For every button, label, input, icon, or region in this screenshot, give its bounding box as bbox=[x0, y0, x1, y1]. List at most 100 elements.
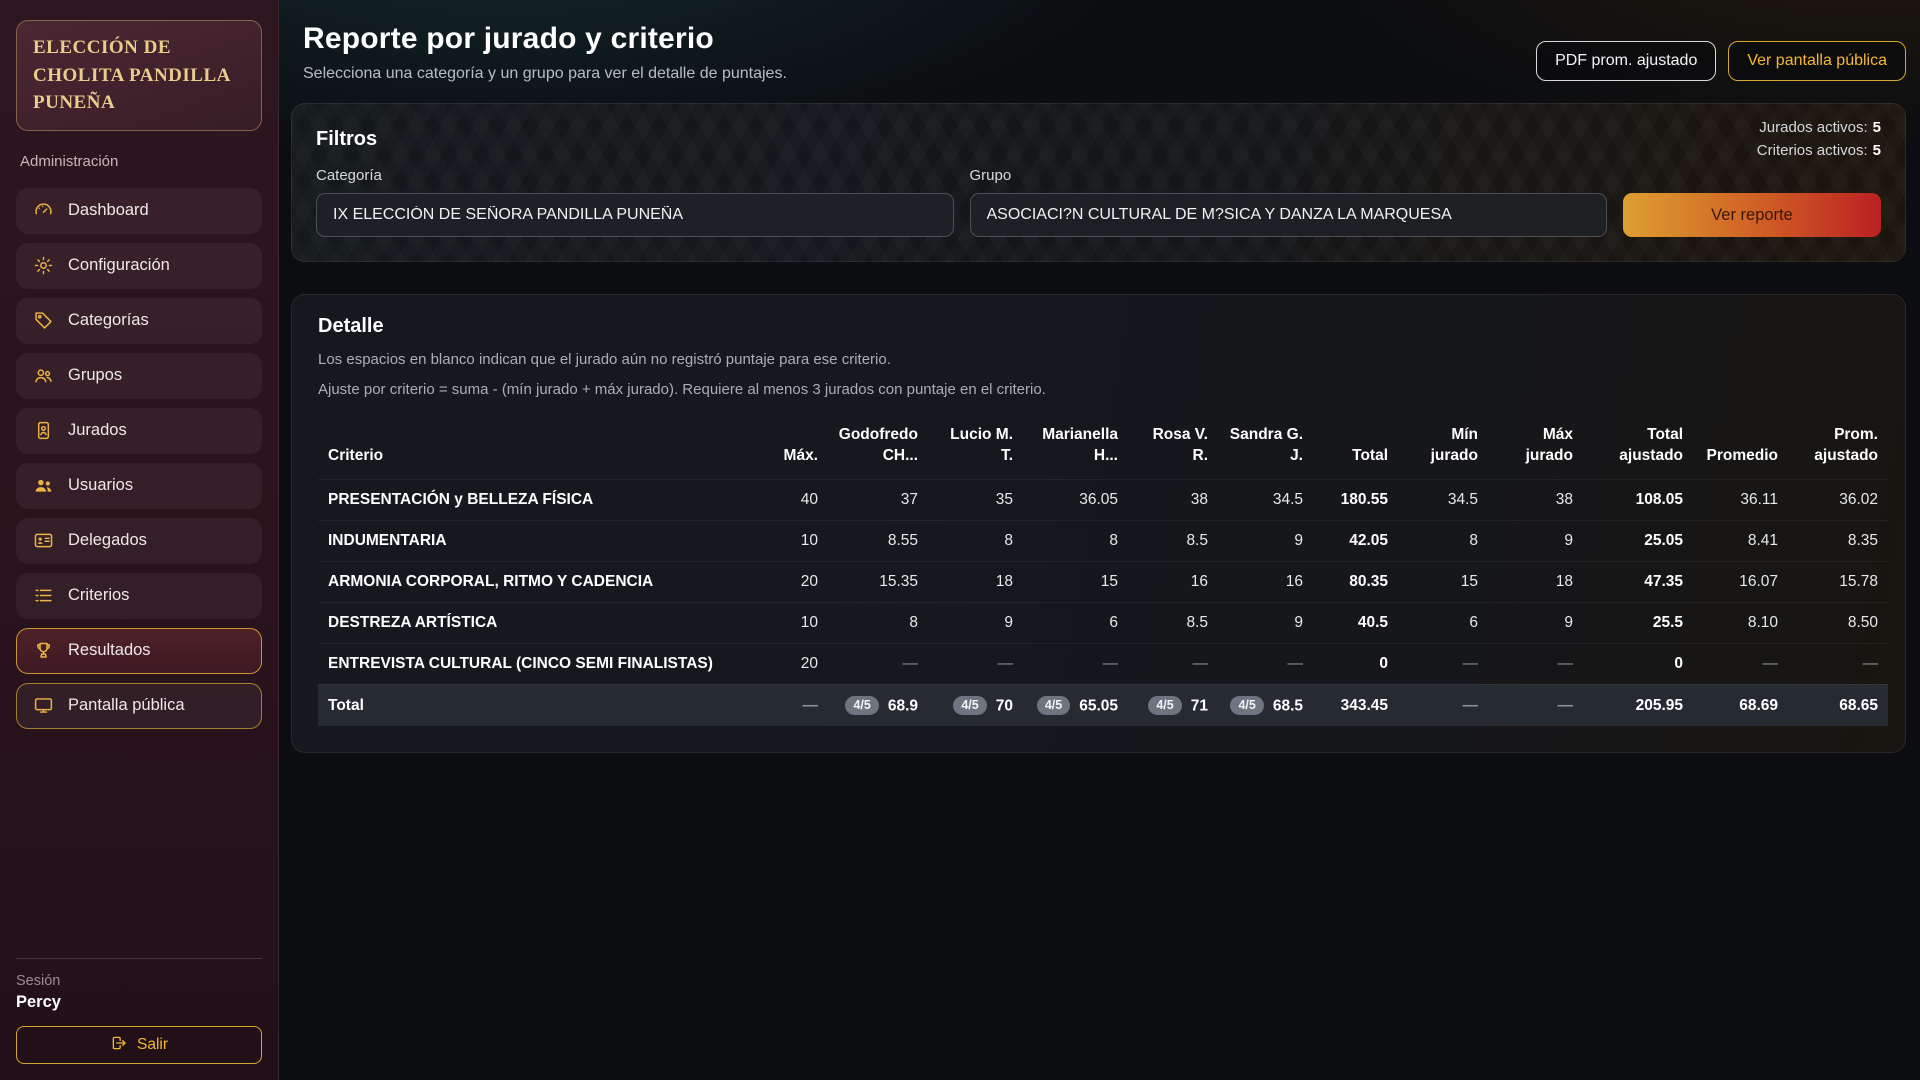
id-badge-icon bbox=[32, 530, 54, 552]
table-cell: 37 bbox=[828, 479, 928, 520]
users-outline-icon bbox=[32, 365, 54, 387]
total-cell: 205.95 bbox=[1583, 684, 1693, 726]
table-cell: 25.5 bbox=[1583, 602, 1693, 643]
categoria-select[interactable]: IX ELECCIÓN DE SEÑORA PANDILLA PUNEÑA bbox=[316, 193, 954, 237]
column-header: Criterio bbox=[318, 414, 748, 479]
table-cell: 36.05 bbox=[1023, 479, 1128, 520]
table-cell: 36.02 bbox=[1788, 479, 1888, 520]
total-cell: — bbox=[1488, 684, 1583, 726]
active-judges-stat: Jurados activos:5 bbox=[1757, 116, 1881, 139]
gauge-icon bbox=[32, 200, 54, 222]
sidebar-item-dashboard[interactable]: Dashboard bbox=[16, 188, 262, 234]
column-header: Máx. bbox=[748, 414, 828, 479]
table-cell: 47.35 bbox=[1583, 561, 1693, 602]
judge-progress-badge: 4/5 bbox=[845, 696, 878, 715]
table-cell: — bbox=[1023, 643, 1128, 684]
table-cell: 8.5 bbox=[1128, 520, 1218, 561]
table-cell: 15.35 bbox=[828, 561, 928, 602]
table-cell: 38 bbox=[1128, 479, 1218, 520]
app-brand-title: ELECCIÓN DE CHOLITA PANDILLA PUNEÑA bbox=[16, 20, 262, 131]
active-stats: Jurados activos:5 Criterios activos:5 bbox=[1757, 116, 1881, 163]
sidebar-item-categorias[interactable]: Categorías bbox=[16, 298, 262, 344]
table-cell: PRESENTACIÓN y BELLEZA FÍSICA bbox=[318, 479, 748, 520]
table-cell: 9 bbox=[1218, 602, 1313, 643]
sidebar-item-grupos[interactable]: Grupos bbox=[16, 353, 262, 399]
table-cell: 16 bbox=[1128, 561, 1218, 602]
sidebar-item-label: Categorías bbox=[68, 311, 149, 330]
table-cell: — bbox=[1128, 643, 1218, 684]
view-report-button[interactable]: Ver reporte bbox=[1623, 193, 1881, 237]
column-header: Godofredo CH... bbox=[828, 414, 928, 479]
judge-progress-badge: 4/5 bbox=[953, 696, 986, 715]
table-cell: 10 bbox=[748, 602, 828, 643]
sidebar-item-configuracion[interactable]: Configuración bbox=[16, 243, 262, 289]
total-cell: 68.65 bbox=[1788, 684, 1888, 726]
sidebar: ELECCIÓN DE CHOLITA PANDILLA PUNEÑA Admi… bbox=[0, 0, 279, 1080]
table-cell: 8.5 bbox=[1128, 602, 1218, 643]
table-cell: 8.55 bbox=[828, 520, 928, 561]
sidebar-item-label: Criterios bbox=[68, 586, 129, 605]
table-cell: ENTREVISTA CULTURAL (CINCO SEMI FINALIST… bbox=[318, 643, 748, 684]
table-cell: ARMONIA CORPORAL, RITMO Y CADENCIA bbox=[318, 561, 748, 602]
monitor-icon bbox=[32, 695, 54, 717]
column-header: Sandra G. J. bbox=[1218, 414, 1313, 479]
total-cell: — bbox=[748, 684, 828, 726]
column-header: Promedio bbox=[1693, 414, 1788, 479]
grupo-select[interactable]: ASOCIACI?N CULTURAL DE M?SICA Y DANZA LA… bbox=[970, 193, 1608, 237]
table-cell: 25.05 bbox=[1583, 520, 1693, 561]
column-header: Máx jurado bbox=[1488, 414, 1583, 479]
table-cell: — bbox=[1488, 643, 1583, 684]
total-cell: — bbox=[1398, 684, 1488, 726]
table-row: ENTREVISTA CULTURAL (CINCO SEMI FINALIST… bbox=[318, 643, 1888, 684]
total-cell: 68.69 bbox=[1693, 684, 1788, 726]
filters-card: Jurados activos:5 Criterios activos:5 Fi… bbox=[291, 103, 1906, 262]
detail-note-adjustment: Ajuste por criterio = suma - (mín jurado… bbox=[318, 381, 1879, 398]
pdf-adjusted-average-button[interactable]: PDF prom. ajustado bbox=[1536, 41, 1716, 81]
sidebar-item-criterios[interactable]: Criterios bbox=[16, 573, 262, 619]
table-cell: 15.78 bbox=[1788, 561, 1888, 602]
table-cell: 16 bbox=[1218, 561, 1313, 602]
view-public-screen-button[interactable]: Ver pantalla pública bbox=[1728, 41, 1906, 81]
sidebar-item-label: Usuarios bbox=[68, 476, 133, 495]
id-card-icon bbox=[32, 420, 54, 442]
table-cell: — bbox=[1788, 643, 1888, 684]
sidebar-item-label: Configuración bbox=[68, 256, 170, 275]
table-cell: 8 bbox=[828, 602, 928, 643]
table-cell: 38 bbox=[1488, 479, 1583, 520]
table-cell: — bbox=[1693, 643, 1788, 684]
total-cell: 4/570 bbox=[928, 684, 1023, 726]
table-cell: 15 bbox=[1023, 561, 1128, 602]
sidebar-item-usuarios[interactable]: Usuarios bbox=[16, 463, 262, 509]
categoria-selected-value: IX ELECCIÓN DE SEÑORA PANDILLA PUNEÑA bbox=[333, 206, 683, 224]
sidebar-item-jurados[interactable]: Jurados bbox=[16, 408, 262, 454]
table-cell: — bbox=[1218, 643, 1313, 684]
detail-card: Detalle Los espacios en blanco indican q… bbox=[291, 294, 1906, 753]
table-cell: 20 bbox=[748, 643, 828, 684]
tag-icon bbox=[32, 310, 54, 332]
categoria-label: Categoría bbox=[316, 167, 954, 184]
scores-table: CriterioMáx.Godofredo CH...Lucio M. T.Ma… bbox=[318, 414, 1888, 726]
sidebar-item-pantalla-publica[interactable]: Pantalla pública bbox=[16, 683, 262, 729]
table-header-row: CriterioMáx.Godofredo CH...Lucio M. T.Ma… bbox=[318, 414, 1888, 479]
table-cell: — bbox=[928, 643, 1023, 684]
table-cell: 40.5 bbox=[1313, 602, 1398, 643]
table-cell: DESTREZA ARTÍSTICA bbox=[318, 602, 748, 643]
table-cell: — bbox=[1398, 643, 1488, 684]
table-row: ARMONIA CORPORAL, RITMO Y CADENCIA2015.3… bbox=[318, 561, 1888, 602]
table-cell: 80.35 bbox=[1313, 561, 1398, 602]
table-cell: 9 bbox=[928, 602, 1023, 643]
table-row: PRESENTACIÓN y BELLEZA FÍSICA40373536.05… bbox=[318, 479, 1888, 520]
gear-icon bbox=[32, 255, 54, 277]
table-cell: 8 bbox=[1023, 520, 1128, 561]
column-header: Total bbox=[1313, 414, 1398, 479]
table-cell: 9 bbox=[1488, 520, 1583, 561]
table-cell: 9 bbox=[1488, 602, 1583, 643]
list-icon bbox=[32, 585, 54, 607]
session-label: Sesión bbox=[16, 973, 262, 989]
table-cell: 8.50 bbox=[1788, 602, 1888, 643]
sidebar-item-delegados[interactable]: Delegados bbox=[16, 518, 262, 564]
active-criteria-stat: Criterios activos:5 bbox=[1757, 139, 1881, 162]
table-cell: 0 bbox=[1583, 643, 1693, 684]
logout-button[interactable]: Salir bbox=[16, 1026, 262, 1064]
sidebar-item-resultados[interactable]: Resultados bbox=[16, 628, 262, 674]
